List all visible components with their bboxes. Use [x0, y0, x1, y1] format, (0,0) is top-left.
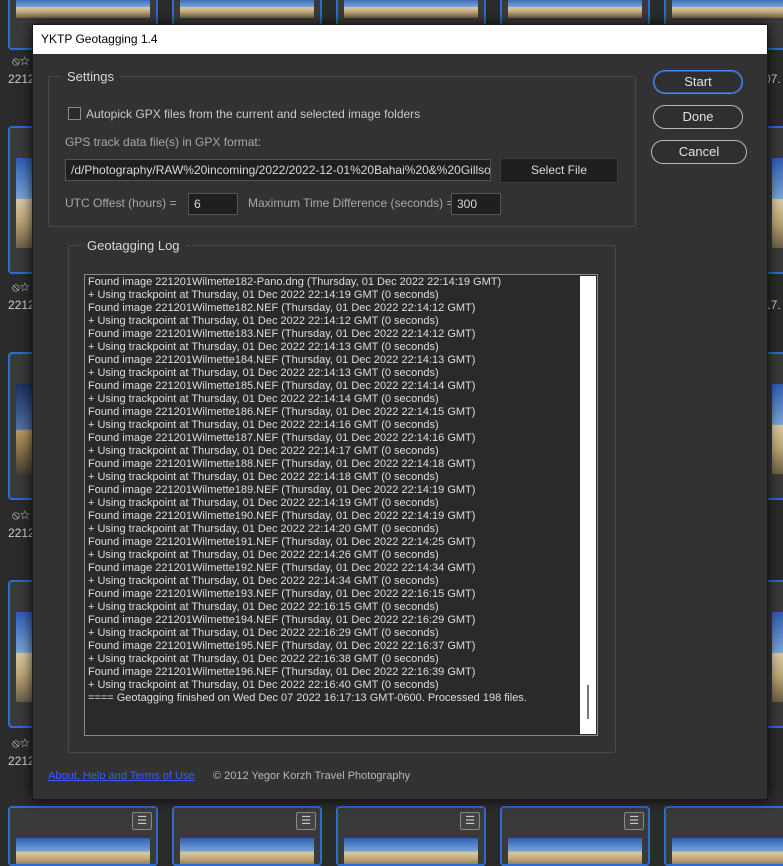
utc-offset-label: UTC Offest (hours) =: [65, 196, 177, 210]
log-scrollbar[interactable]: [580, 276, 596, 734]
adjust-icon: ☰: [460, 812, 480, 830]
gps-files-label: GPS track data file(s) in GPX format:: [65, 135, 262, 149]
max-time-diff-label: Maximum Time Difference (seconds) =: [248, 196, 454, 210]
log-line: + Using trackpoint at Thursday, 01 Dec 2…: [88, 575, 439, 587]
thumbnail[interactable]: ☰: [336, 806, 486, 866]
log-line: + Using trackpoint at Thursday, 01 Dec 2…: [88, 393, 439, 405]
flag-star-icon: ⦸☆: [12, 54, 30, 68]
flag-star-icon: ⦸☆: [12, 736, 30, 750]
adjust-icon: ☰: [296, 812, 316, 830]
thumbnail[interactable]: [664, 806, 783, 866]
flag-star-icon: ⦸☆: [12, 508, 30, 522]
start-button[interactable]: Start: [653, 70, 743, 94]
adjust-icon: ☰: [624, 812, 644, 830]
settings-legend: Settings: [67, 69, 114, 84]
done-button[interactable]: Done: [653, 105, 743, 129]
autopick-checkbox[interactable]: [68, 107, 81, 120]
log-line: Found image 221201Wilmette193.NEF (Thurs…: [88, 588, 476, 600]
log-line: Found image 221201Wilmette182-Pano.dng (…: [88, 276, 502, 288]
cancel-button[interactable]: Cancel: [651, 140, 747, 164]
log-line: Found image 221201Wilmette187.NEF (Thurs…: [88, 432, 476, 444]
log-line: + Using trackpoint at Thursday, 01 Dec 2…: [88, 341, 439, 353]
log-line: + Using trackpoint at Thursday, 01 Dec 2…: [88, 445, 439, 457]
max-time-diff-field[interactable]: 300: [451, 193, 501, 215]
copyright-text: © 2012 Yegor Korzh Travel Photography: [213, 770, 411, 782]
log-line: Found image 221201Wilmette191.NEF (Thurs…: [88, 536, 476, 548]
autopick-label: Autopick GPX files from the current and …: [86, 107, 421, 121]
log-line: + Using trackpoint at Thursday, 01 Dec 2…: [88, 419, 439, 431]
log-line: + Using trackpoint at Thursday, 01 Dec 2…: [88, 627, 439, 639]
log-line: + Using trackpoint at Thursday, 01 Dec 2…: [88, 679, 439, 691]
log-line: + Using trackpoint at Thursday, 01 Dec 2…: [88, 601, 439, 613]
log-line: Found image 221201Wilmette182.NEF (Thurs…: [88, 302, 476, 314]
dialog-title: YKTP Geotagging 1.4: [33, 25, 767, 54]
thumbnail-label: 2212: [8, 526, 35, 540]
log-line: Found image 221201Wilmette188.NEF (Thurs…: [88, 458, 476, 470]
log-line: + Using trackpoint at Thursday, 01 Dec 2…: [88, 549, 439, 561]
thumbnail[interactable]: ☰: [172, 806, 322, 866]
log-line: ==== Geotagging finished on Wed Dec 07 2…: [88, 692, 527, 704]
log-scrollbar-thumb[interactable]: [587, 685, 589, 719]
log-line: + Using trackpoint at Thursday, 01 Dec 2…: [88, 471, 439, 483]
log-line: + Using trackpoint at Thursday, 01 Dec 2…: [88, 653, 439, 665]
log-line: Found image 221201Wilmette190.NEF (Thurs…: [88, 510, 476, 522]
log-line: Found image 221201Wilmette189.NEF (Thurs…: [88, 484, 476, 496]
log-legend: Geotagging Log: [87, 238, 180, 253]
geotagging-log[interactable]: Found image 221201Wilmette182-Pano.dng (…: [84, 274, 598, 736]
log-line: Found image 221201Wilmette194.NEF (Thurs…: [88, 614, 476, 626]
about-help-link[interactable]: About, Help and Terms of Use: [48, 770, 195, 782]
thumbnail-label: 2212: [8, 72, 35, 86]
log-line: Found image 221201Wilmette192.NEF (Thurs…: [88, 562, 476, 574]
thumbnail-label: 2212: [8, 754, 35, 768]
log-lines: Found image 221201Wilmette182-Pano.dng (…: [88, 276, 577, 705]
log-line: Found image 221201Wilmette195.NEF (Thurs…: [88, 640, 476, 652]
log-line: Found image 221201Wilmette184.NEF (Thurs…: [88, 354, 476, 366]
flag-star-icon: ⦸☆: [12, 280, 30, 294]
log-line: Found image 221201Wilmette185.NEF (Thurs…: [88, 380, 476, 392]
thumbnail[interactable]: ☰: [500, 806, 650, 866]
thumbnail[interactable]: ☰: [8, 806, 158, 866]
log-line: Found image 221201Wilmette196.NEF (Thurs…: [88, 666, 476, 678]
log-line: + Using trackpoint at Thursday, 01 Dec 2…: [88, 367, 439, 379]
log-line: + Using trackpoint at Thursday, 01 Dec 2…: [88, 497, 439, 509]
log-line: Found image 221201Wilmette183.NEF (Thurs…: [88, 328, 476, 340]
log-line: + Using trackpoint at Thursday, 01 Dec 2…: [88, 315, 439, 327]
log-line: + Using trackpoint at Thursday, 01 Dec 2…: [88, 289, 439, 301]
thumbnail-label: 2212: [8, 298, 35, 312]
log-line: Found image 221201Wilmette186.NEF (Thurs…: [88, 406, 476, 418]
utc-offset-field[interactable]: 6: [188, 193, 238, 215]
geotagging-dialog: YKTP Geotagging 1.4 Settings Autopick GP…: [32, 24, 768, 800]
select-file-button[interactable]: Select File: [500, 158, 618, 183]
log-line: + Using trackpoint at Thursday, 01 Dec 2…: [88, 523, 439, 535]
adjust-icon: ☰: [132, 812, 152, 830]
gps-path-field[interactable]: /d/Photography/RAW%20incoming/2022/2022-…: [65, 159, 491, 181]
